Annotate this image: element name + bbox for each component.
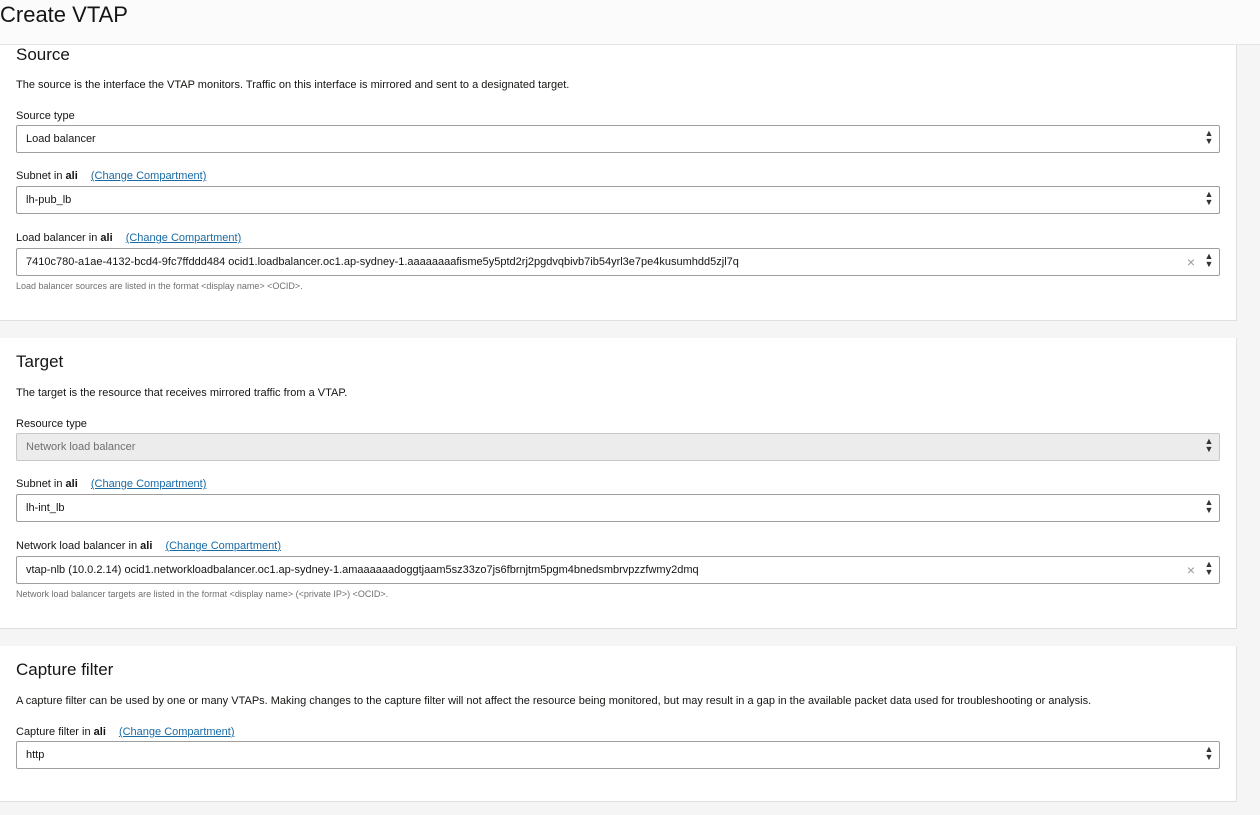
page-header: Create VTAP: [0, 0, 1260, 45]
network-load-balancer-label: Network load balancer in ali (Change Com…: [16, 540, 281, 552]
up-down-chevron-icon: ▲ ▼: [1204, 189, 1214, 207]
source-subnet-value: lh-pub_lb: [26, 194, 72, 206]
up-down-chevron-icon: ▲ ▼: [1204, 436, 1214, 454]
source-type-label: Source type: [16, 110, 75, 122]
source-title: Source: [16, 45, 70, 64]
up-down-chevron-icon: ▲ ▼: [1204, 128, 1214, 146]
clear-x-icon[interactable]: ×: [1187, 254, 1195, 270]
capture-filter-change-compartment-link[interactable]: (Change Compartment): [119, 726, 235, 738]
resource-type-value: Network load balancer: [26, 441, 136, 453]
target-subnet-value: lh-int_lb: [26, 502, 65, 514]
page-title: Create VTAP: [0, 2, 128, 27]
capture-filter-select[interactable]: http ▲ ▼: [16, 741, 1220, 769]
target-section: Target The target is the resource that r…: [0, 338, 1237, 629]
capture-filter-section: Capture filter A capture filter can be u…: [0, 646, 1237, 802]
network-load-balancer-select[interactable]: vtap-nlb (10.0.2.14) ocid1.networkloadba…: [16, 556, 1220, 584]
source-subnet-label: Subnet in ali (Change Compartment): [16, 170, 207, 182]
capture-filter-value: http: [26, 749, 45, 761]
load-balancer-help: Load balancer sources are listed in the …: [16, 281, 303, 291]
target-title: Target: [16, 352, 64, 371]
source-type-value: Load balancer: [26, 133, 96, 145]
clear-x-icon[interactable]: ×: [1187, 562, 1195, 578]
target-subnet-label: Subnet in ali (Change Compartment): [16, 478, 207, 490]
target-subnet-change-compartment-link[interactable]: (Change Compartment): [91, 478, 207, 490]
resource-type-select: Network load balancer ▲ ▼: [16, 433, 1220, 461]
up-down-chevron-icon: ▲ ▼: [1204, 744, 1214, 762]
source-description: The source is the interface the VTAP mon…: [16, 79, 570, 91]
load-balancer-value: 7410c780-a1ae-4132-bcd4-9fc7ffddd484 oci…: [26, 256, 739, 268]
target-description: The target is the resource that receives…: [16, 387, 348, 399]
up-down-chevron-icon: ▲ ▼: [1204, 497, 1214, 515]
network-load-balancer-change-compartment-link[interactable]: (Change Compartment): [165, 540, 281, 552]
source-type-select[interactable]: Load balancer ▲ ▼: [16, 125, 1220, 153]
target-subnet-select[interactable]: lh-int_lb ▲ ▼: [16, 494, 1220, 522]
up-down-chevron-icon: ▲ ▼: [1204, 559, 1214, 577]
source-section: Source The source is the interface the V…: [0, 45, 1237, 321]
load-balancer-select[interactable]: 7410c780-a1ae-4132-bcd4-9fc7ffddd484 oci…: [16, 248, 1220, 276]
load-balancer-change-compartment-link[interactable]: (Change Compartment): [126, 232, 242, 244]
source-subnet-change-compartment-link[interactable]: (Change Compartment): [91, 170, 207, 182]
load-balancer-label: Load balancer in ali (Change Compartment…: [16, 232, 242, 244]
resource-type-label: Resource type: [16, 418, 87, 430]
capture-filter-label: Capture filter in ali (Change Compartmen…: [16, 726, 235, 738]
network-load-balancer-help: Network load balancer targets are listed…: [16, 589, 389, 599]
capture-filter-title: Capture filter: [16, 660, 114, 679]
network-load-balancer-value: vtap-nlb (10.0.2.14) ocid1.networkloadba…: [26, 564, 699, 576]
up-down-chevron-icon: ▲ ▼: [1204, 251, 1214, 269]
capture-filter-description: A capture filter can be used by one or m…: [16, 695, 1092, 707]
source-subnet-select[interactable]: lh-pub_lb ▲ ▼: [16, 186, 1220, 214]
